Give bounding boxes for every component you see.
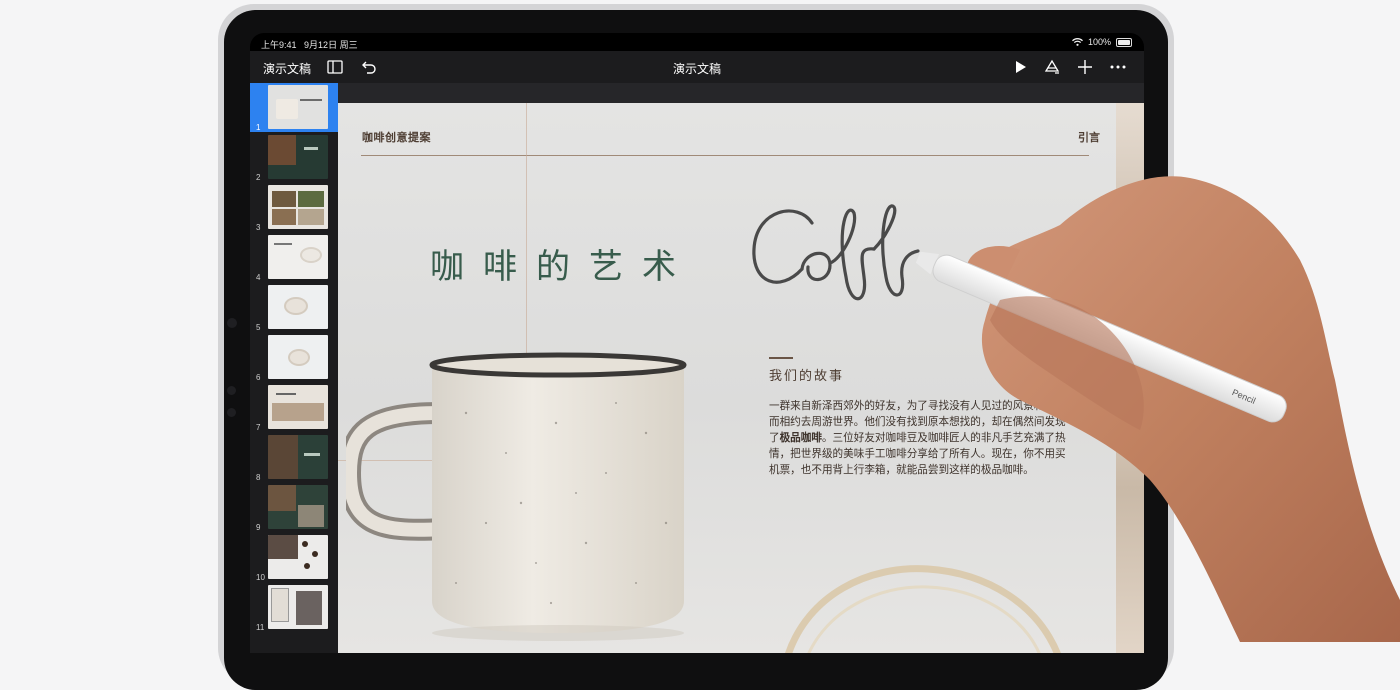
slide-number: 10	[256, 573, 265, 582]
add-icon[interactable]	[1075, 57, 1095, 77]
camera-dot	[227, 318, 237, 328]
slide-number: 6	[256, 373, 261, 382]
slide-title[interactable]: 咖啡的艺术	[430, 239, 695, 288]
slide-number: 1	[256, 123, 261, 132]
sidebar-icon[interactable]	[325, 57, 345, 77]
documents-button[interactable]: 演示文稿	[263, 60, 311, 77]
slide-number: 2	[256, 173, 261, 182]
battery-percent: 100%	[1087, 37, 1111, 47]
slide-header-left[interactable]: 咖啡创意提案	[362, 129, 431, 145]
slide-thumbnail[interactable]	[268, 85, 328, 129]
ipad-screen: 上午9:41 9月12日 周三 100% 演示文稿 演示文稿 1 2 3 4 5…	[250, 33, 1144, 653]
undo-icon[interactable]	[358, 57, 378, 77]
slide-thumbnail[interactable]	[268, 535, 328, 579]
more-icon[interactable]	[1108, 57, 1128, 77]
status-date: 9月12日 周三	[304, 40, 358, 50]
slide-header-right[interactable]: 引言	[1078, 129, 1100, 145]
battery-icon	[1116, 37, 1132, 47]
story-body[interactable]: 一群来自新泽西郊外的好友，为了寻找没有人见过的风景和奇遇而相约去周游世界。他们没…	[769, 398, 1069, 478]
slide-thumbnail[interactable]	[268, 285, 328, 329]
slide-number: 11	[256, 623, 265, 632]
slide-number: 8	[256, 473, 261, 482]
slide-number: 5	[256, 323, 261, 332]
header-divider	[361, 155, 1089, 156]
slide-thumbnail[interactable]	[268, 185, 328, 229]
sensor-dot	[227, 408, 236, 417]
play-icon[interactable]	[1010, 57, 1030, 77]
enamel-mug-image	[346, 352, 687, 641]
slide-thumbnail[interactable]	[268, 135, 328, 179]
story-title[interactable]: 我们的故事	[769, 365, 844, 384]
story-rule	[769, 357, 793, 359]
slide-thumbnail[interactable]	[268, 335, 328, 379]
toolbar: 演示文稿 演示文稿	[250, 51, 1144, 83]
slide-navigator: 1 2 3 4 5 6 7 8 9 10 11	[250, 83, 338, 653]
slide-thumbnail[interactable]	[268, 585, 328, 629]
slide-canvas[interactable]: 咖啡创意提案 引言 咖啡的艺术 我们的故事 一群来自新泽西郊外的好友，为了寻找没…	[338, 83, 1144, 653]
slide-thumbnail[interactable]	[268, 235, 328, 279]
sensor-dot	[227, 386, 236, 395]
format-brush-icon[interactable]	[1042, 57, 1062, 77]
slide-thumbnail[interactable]	[268, 485, 328, 529]
status-time: 上午9:41	[261, 40, 297, 50]
pencil-brand-label: Pencil	[1231, 387, 1257, 406]
story-highlight: 极品咖啡	[779, 432, 822, 444]
handwriting-coff[interactable]	[750, 197, 920, 317]
next-slide-edge	[1116, 103, 1144, 653]
slide-thumbnail[interactable]	[268, 435, 328, 479]
status-bar: 上午9:41 9月12日 周三 100%	[250, 33, 1144, 51]
slide-number: 4	[256, 273, 261, 282]
slide-number: 9	[256, 523, 261, 532]
wifi-icon	[1072, 38, 1083, 46]
slide-thumbnail[interactable]	[268, 385, 328, 429]
slide-number: 3	[256, 223, 261, 232]
current-slide[interactable]: 咖啡创意提案 引言 咖啡的艺术 我们的故事 一群来自新泽西郊外的好友，为了寻找没…	[338, 103, 1128, 653]
coffee-stain-decoration	[785, 565, 1061, 653]
slide-number: 7	[256, 423, 261, 432]
